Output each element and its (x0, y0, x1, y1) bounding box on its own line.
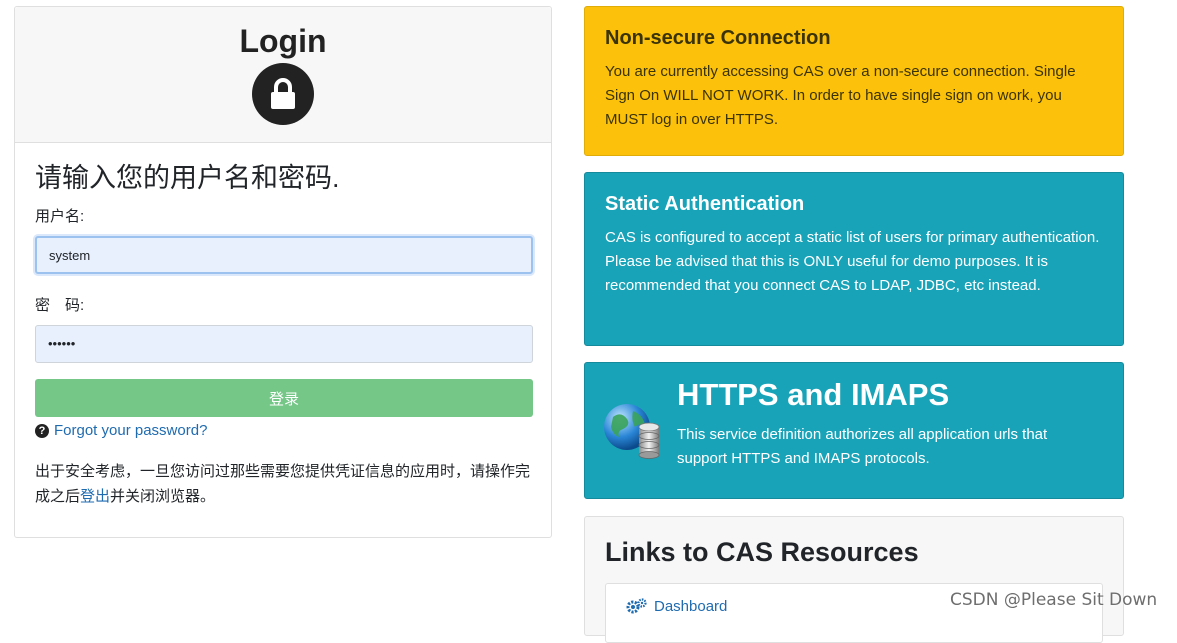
static-auth-text: CAS is configured to accept a static lis… (605, 229, 1100, 294)
static-auth-title: Static Authentication (605, 193, 805, 215)
login-button[interactable]: 登录 (35, 379, 533, 417)
https-title: HTTPS and IMAPS (677, 377, 950, 412)
forgot-password-link[interactable]: Forgot your password? (54, 422, 207, 439)
watermark: CSDN @Please Sit Down (950, 590, 1158, 610)
non-secure-text: You are currently accessing CAS over a n… (605, 63, 1076, 128)
question-circle-icon: ? (35, 423, 49, 438)
password-input[interactable]: •••••• (35, 325, 533, 363)
cas-resources-card: Links to CAS Resources Dashboard (584, 516, 1124, 643)
notice-text-end: 并关闭浏览器。 (110, 488, 216, 505)
static-auth-alert: Static Authentication CAS is configured … (584, 172, 1124, 346)
logout-link[interactable]: 登出 (80, 488, 110, 505)
https-service-box: HTTPS and IMAPS This service definition … (584, 362, 1124, 499)
security-notice: 出于安全考虑，一旦您访问过那些需要您提供凭证信息的应用时，请操作完成之后登出并关… (35, 459, 531, 509)
non-secure-title: Non-secure Connection (605, 27, 831, 49)
cas-resources-title: Links to CAS Resources (605, 537, 919, 567)
login-header: Login (15, 7, 551, 143)
https-text: This service definition authorizes all a… (677, 426, 1048, 467)
cogs-icon (626, 598, 648, 618)
non-secure-alert: Non-secure Connection You are currently … (584, 6, 1124, 156)
password-label: 密 码: (35, 297, 85, 314)
dashboard-link[interactable]: Dashboard (654, 598, 727, 615)
login-title: Login (239, 23, 327, 59)
login-card: Login 请输入您的用户名和密码. 用户名: system 密 码: ••••… (14, 6, 552, 538)
lock-icon (252, 63, 314, 125)
login-prompt: 请输入您的用户名和密码. (35, 163, 340, 193)
username-label: 用户名: (35, 208, 85, 225)
globe-database-icon (603, 403, 661, 464)
login-form: 请输入您的用户名和密码. 用户名: system 密 码: •••••• 登录 … (15, 143, 551, 509)
forgot-password: ? Forgot your password? (35, 422, 531, 439)
username-input[interactable]: system (35, 236, 533, 274)
